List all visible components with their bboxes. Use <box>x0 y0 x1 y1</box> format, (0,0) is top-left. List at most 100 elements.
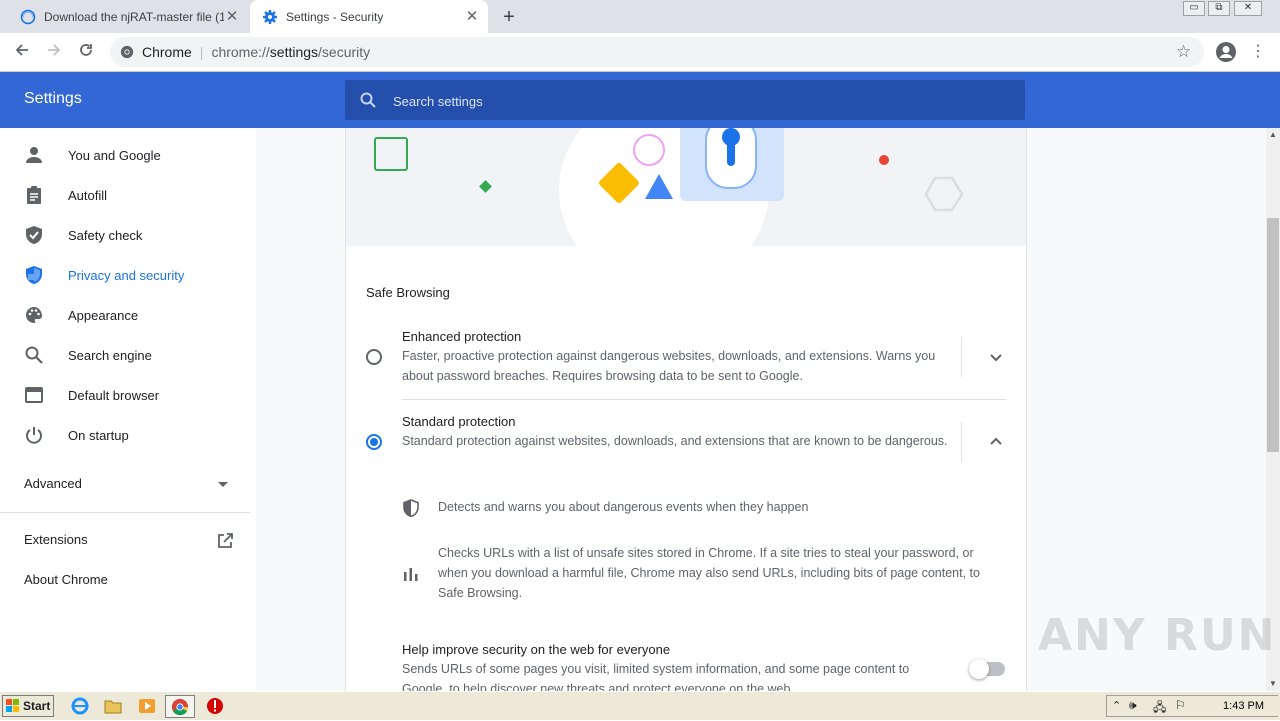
arrow-left-icon <box>14 42 30 58</box>
minimize-button[interactable]: ▭ <box>1183 1 1205 16</box>
caret-down-icon <box>218 482 228 487</box>
start-label: Start <box>23 699 50 713</box>
detail-text-checks-urls: Checks URLs with a list of unsafe sites … <box>438 543 998 603</box>
tab-title: Settings - Security <box>286 10 383 24</box>
new-tab-button[interactable]: + <box>498 6 520 28</box>
forward-button[interactable] <box>42 41 66 63</box>
sidebar-item-label: Search engine <box>68 348 152 363</box>
kebab-menu-icon[interactable]: ⋮ <box>1250 41 1266 63</box>
search-icon <box>359 91 377 109</box>
chrome-icon <box>171 698 189 716</box>
sidebar-item-extensions[interactable]: Extensions <box>24 532 234 552</box>
chrome-taskbar-button[interactable] <box>165 695 195 718</box>
sidebar-item-autofill[interactable]: Autofill <box>0 175 256 215</box>
action-center-flag-icon[interactable]: ⚐ <box>1175 698 1186 712</box>
toggle-knob <box>969 659 989 679</box>
detail-text-detects: Detects and warns you about dangerous ev… <box>438 497 998 517</box>
sidebar-item-default-browser[interactable]: Default browser <box>0 375 256 415</box>
sidebar-item-search-engine[interactable]: Search engine <box>0 335 256 375</box>
chevron-up-icon[interactable] <box>988 434 1004 450</box>
volume-icon[interactable]: 🕪 <box>1129 698 1137 713</box>
sidebar-item-label: Autofill <box>68 188 107 203</box>
shield-half-icon <box>402 499 420 517</box>
option-divider <box>961 337 962 377</box>
sidebar-item-privacy-and-security[interactable]: Privacy and security <box>0 255 256 295</box>
tray-expand-icon[interactable]: ⌃ <box>1112 699 1121 712</box>
settings-search[interactable] <box>345 80 1025 120</box>
chevron-down-icon[interactable] <box>988 349 1004 365</box>
option-divider <box>961 422 962 462</box>
sidebar-item-appearance[interactable]: Appearance <box>0 295 256 335</box>
settings-sidebar: You and Google Autofill Safety check Pri… <box>0 128 256 691</box>
settings-header: Settings <box>0 72 1280 128</box>
shield-check-icon <box>24 225 44 245</box>
back-button[interactable] <box>10 41 34 63</box>
page-scrollbar[interactable]: ▲ ▼ <box>1266 128 1280 691</box>
url-separator: | <box>200 44 204 60</box>
profile-avatar-icon[interactable] <box>1215 41 1237 63</box>
address-bar[interactable]: Chrome | chrome://settings/security <box>110 37 1204 67</box>
url-host: settings <box>270 44 318 60</box>
help-improve-title: Help improve security on the web for eve… <box>402 642 670 657</box>
sidebar-item-about-chrome[interactable]: About Chrome <box>24 572 108 587</box>
close-icon[interactable]: ✕ <box>224 9 240 25</box>
chrome-logo-icon <box>120 45 134 59</box>
option-title-enhanced: Enhanced protection <box>402 329 521 344</box>
stop-sign-icon[interactable] <box>205 696 225 716</box>
globe-spinner-icon <box>20 9 36 25</box>
option-separator <box>402 399 1006 400</box>
tab-strip: Download the njRAT-master file (1)... ✕ … <box>0 0 1280 33</box>
palette-icon <box>24 305 44 325</box>
network-icon[interactable]: 🖧 <box>1153 698 1166 719</box>
tab-title: Download the njRAT-master file (1)... <box>44 10 224 24</box>
reload-button[interactable] <box>74 41 98 63</box>
help-improve-desc: Sends URLs of some pages you visit, limi… <box>402 659 942 691</box>
bar-chart-icon <box>402 565 420 583</box>
open-in-new-icon <box>216 532 234 550</box>
option-desc-enhanced: Faster, proactive protection against dan… <box>402 346 952 386</box>
media-player-icon[interactable] <box>137 696 157 716</box>
window-close-button[interactable]: ✕ <box>1234 1 1262 16</box>
sidebar-item-label: Safety check <box>68 228 142 243</box>
internet-explorer-icon[interactable] <box>70 696 90 716</box>
start-button[interactable]: Start <box>2 695 54 717</box>
illustration-shapes-icon <box>346 128 1026 246</box>
sidebar-item-safety-check[interactable]: Safety check <box>0 215 256 255</box>
sidebar-item-label: Default browser <box>68 388 159 403</box>
url-path: /security <box>318 44 370 60</box>
gear-icon <box>262 9 278 25</box>
security-card: Safe Browsing Enhanced protection Faster… <box>345 128 1027 691</box>
folder-icon[interactable] <box>103 696 123 716</box>
taskbar-clock[interactable]: 1:43 PM <box>1223 700 1264 712</box>
radio-standard-protection[interactable] <box>366 434 382 450</box>
sidebar-item-on-startup[interactable]: On startup <box>0 415 256 455</box>
section-title-safe-browsing: Safe Browsing <box>366 285 450 300</box>
scroll-down-arrow-icon[interactable]: ▼ <box>1266 677 1280 691</box>
search-input[interactable] <box>391 80 995 122</box>
option-title-standard: Standard protection <box>402 414 515 429</box>
restore-button[interactable]: ⧉ <box>1208 1 1230 16</box>
sidebar-item-label: You and Google <box>68 148 161 163</box>
sidebar-item-you-and-google[interactable]: You and Google <box>0 135 256 175</box>
option-desc-standard: Standard protection against websites, do… <box>402 431 952 451</box>
anyrun-watermark: ANY RUN <box>1038 610 1277 661</box>
power-icon <box>24 425 44 445</box>
sidebar-divider <box>0 512 250 513</box>
arrow-right-icon <box>46 42 62 58</box>
help-improve-toggle[interactable] <box>971 662 1005 676</box>
close-icon[interactable]: ✕ <box>464 9 480 25</box>
advanced-label: Advanced <box>24 476 82 491</box>
scroll-up-arrow-icon[interactable]: ▲ <box>1266 128 1280 142</box>
browser-toolbar: Chrome | chrome://settings/security ☆ ⋮ <box>0 33 1280 72</box>
radio-enhanced-protection[interactable] <box>366 349 382 365</box>
clipboard-icon <box>24 185 44 205</box>
extensions-label: Extensions <box>24 532 88 547</box>
windows-taskbar: Start ⌃ 🕪 🖧 ⚐ 1:43 PM <box>0 691 1280 720</box>
tab-settings-security[interactable]: Settings - Security ✕ <box>250 0 488 33</box>
tab-download[interactable]: Download the njRAT-master file (1)... ✕ <box>8 0 248 33</box>
sidebar-item-label: On startup <box>68 428 129 443</box>
sidebar-advanced-toggle[interactable]: Advanced <box>24 476 234 496</box>
system-tray: ⌃ 🕪 🖧 ⚐ 1:43 PM <box>1106 695 1278 717</box>
bookmark-star-icon[interactable]: ☆ <box>1176 42 1191 62</box>
scroll-thumb[interactable] <box>1267 218 1279 452</box>
